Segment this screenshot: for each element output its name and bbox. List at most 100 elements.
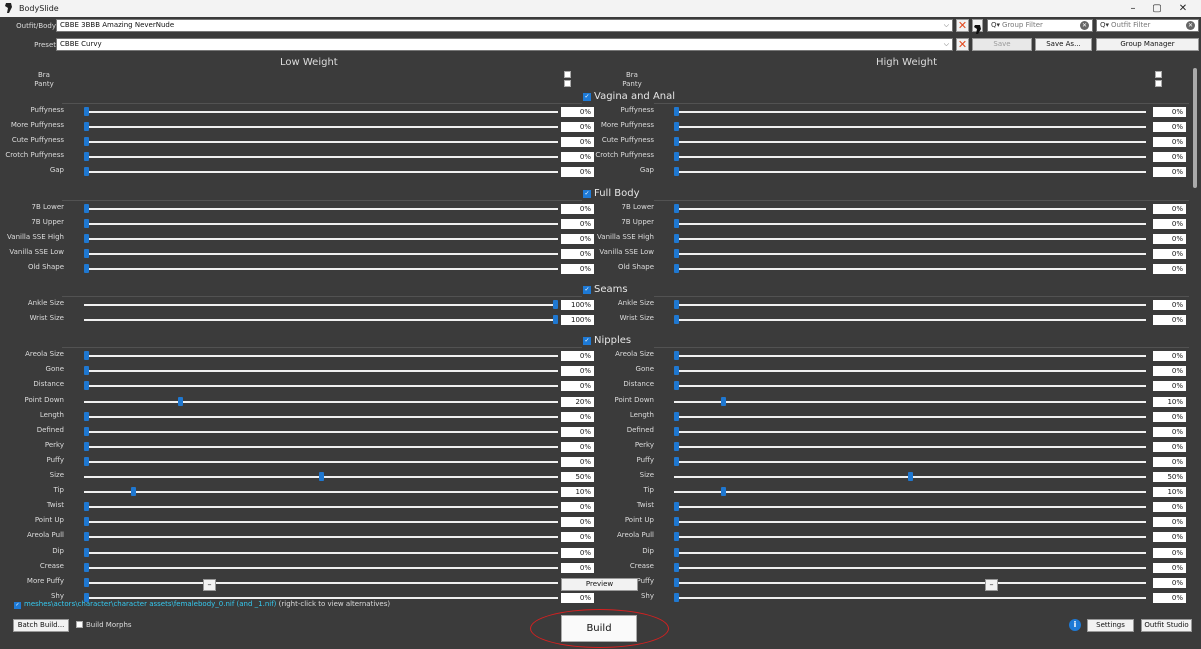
slider-thumb-high[interactable]	[674, 532, 679, 542]
slider-thumb-low[interactable]	[84, 263, 89, 273]
slider-thumb-high[interactable]	[674, 502, 679, 512]
low-minus-button[interactable]: –	[203, 579, 216, 591]
slider-track-low[interactable]	[84, 370, 558, 373]
slider-thumb-high[interactable]	[674, 263, 679, 273]
slider-track-high[interactable]	[674, 252, 1146, 255]
group-filter-input[interactable]: Q▾ Group Filter ✕	[987, 19, 1093, 32]
slider-thumb-high[interactable]	[674, 366, 679, 376]
slider-thumb-high[interactable]	[720, 396, 726, 406]
slider-track-high[interactable]	[674, 370, 1146, 373]
slider-value-high[interactable]: 0%	[1153, 366, 1186, 377]
slider-thumb-high[interactable]	[674, 315, 679, 325]
slider-value-high[interactable]: 0%	[1153, 577, 1186, 588]
slider-track-high[interactable]	[674, 581, 1146, 584]
panty-checkbox-high[interactable]	[1155, 80, 1162, 87]
slider-track-low[interactable]	[84, 415, 558, 418]
slider-value-high[interactable]: 0%	[1153, 502, 1186, 513]
slider-value-high[interactable]: 0%	[1153, 107, 1186, 117]
slider-thumb-high[interactable]	[674, 562, 679, 572]
slider-value-high[interactable]: 0%	[1153, 315, 1186, 326]
slider-thumb-low[interactable]	[318, 472, 324, 481]
slider-track-high[interactable]	[674, 222, 1146, 225]
slider-track-low[interactable]	[84, 506, 558, 509]
slider-track-high[interactable]	[674, 304, 1146, 306]
slider-value-high[interactable]: 50%	[1153, 472, 1186, 482]
slider-thumb-low[interactable]	[553, 300, 558, 309]
slider-thumb-low[interactable]	[84, 203, 89, 213]
save-button[interactable]: Save	[972, 38, 1032, 51]
clear-preset-button[interactable]: ✕	[956, 38, 969, 51]
slider-thumb-high[interactable]	[674, 351, 679, 361]
slider-value-high[interactable]: 0%	[1153, 203, 1186, 214]
slider-value-high[interactable]: 0%	[1153, 547, 1186, 558]
slider-thumb-high[interactable]	[674, 426, 679, 436]
slider-thumb-low[interactable]	[84, 411, 89, 421]
slider-thumb-low[interactable]	[84, 366, 89, 376]
bra-checkbox-low[interactable]	[564, 71, 571, 78]
slider-thumb-high[interactable]	[674, 411, 679, 421]
slider-track-high[interactable]	[674, 126, 1146, 129]
slider-thumb-low[interactable]	[84, 502, 89, 512]
outfit-filter-input[interactable]: Q▾ Outfit Filter ✕	[1096, 19, 1199, 32]
slider-value-high[interactable]: 0%	[1153, 351, 1186, 362]
slider-track-low[interactable]	[84, 566, 558, 569]
batch-build-button[interactable]: Batch Build...	[13, 619, 69, 632]
slider-track-low[interactable]	[84, 252, 558, 255]
outfit-body-select[interactable]: CBBE 3BBB Amazing NeverNude ⌵	[56, 19, 953, 32]
slider-thumb-low[interactable]	[84, 107, 89, 116]
slider-value-high[interactable]: 0%	[1153, 441, 1186, 452]
group-checkbox[interactable]: ✓	[583, 286, 591, 294]
slider-value-high[interactable]: 0%	[1153, 456, 1186, 467]
slider-track-low[interactable]	[84, 445, 558, 448]
slider-scrollbar[interactable]	[1191, 66, 1199, 576]
slider-track-low[interactable]	[84, 237, 558, 240]
group-manager-button[interactable]: Group Manager	[1096, 38, 1199, 51]
slider-track-high[interactable]	[674, 521, 1146, 524]
slider-thumb-high[interactable]	[674, 248, 679, 258]
slider-track-low[interactable]	[84, 551, 558, 554]
slider-track-low[interactable]	[84, 581, 558, 584]
slider-track-low[interactable]	[84, 385, 558, 388]
slider-thumb-high[interactable]	[907, 472, 913, 481]
slider-value-high[interactable]: 10%	[1153, 396, 1186, 407]
slider-value-high[interactable]: 0%	[1153, 137, 1186, 148]
slider-track-high[interactable]	[674, 415, 1146, 418]
panty-checkbox-low[interactable]	[564, 80, 571, 87]
slider-thumb-high[interactable]	[674, 137, 679, 147]
scrollbar-thumb[interactable]	[1193, 68, 1197, 188]
info-icon[interactable]: i	[1069, 619, 1081, 631]
slider-track-high[interactable]	[674, 111, 1146, 113]
slider-value-high[interactable]: 0%	[1153, 592, 1186, 603]
clear-group-filter-icon[interactable]: ✕	[1080, 21, 1089, 30]
slider-thumb-high[interactable]	[674, 592, 679, 602]
slider-thumb-high[interactable]	[674, 456, 679, 466]
slider-value-high[interactable]: 0%	[1153, 233, 1186, 244]
slider-value-high[interactable]: 0%	[1153, 248, 1186, 259]
slider-track-high[interactable]	[674, 319, 1146, 322]
slider-value-high[interactable]: 0%	[1153, 122, 1186, 133]
slider-thumb-low[interactable]	[84, 122, 89, 132]
slider-thumb-high[interactable]	[674, 300, 679, 309]
slider-track-low[interactable]	[84, 596, 558, 599]
slider-track-high[interactable]	[674, 491, 1146, 494]
slider-track-low[interactable]	[84, 355, 558, 358]
slider-track-high[interactable]	[674, 385, 1146, 388]
maximize-button[interactable]: ▢	[1145, 1, 1169, 16]
slider-track-high[interactable]	[674, 400, 1146, 403]
output-path[interactable]: meshes\actors\character\character assets…	[24, 600, 276, 608]
slider-value-high[interactable]: 10%	[1153, 487, 1186, 498]
slider-track-low[interactable]	[84, 400, 558, 403]
clear-outfit-button[interactable]: ✕	[956, 19, 969, 32]
slider-thumb-high[interactable]	[674, 122, 679, 132]
preset-select[interactable]: CBBE Curvy ⌵	[56, 38, 953, 51]
slider-track-high[interactable]	[674, 171, 1146, 174]
slider-track-low[interactable]	[84, 171, 558, 174]
slider-thumb-high[interactable]	[674, 167, 679, 177]
slider-thumb-low[interactable]	[84, 351, 89, 361]
slider-thumb-low[interactable]	[84, 248, 89, 258]
preview-button[interactable]: Preview	[561, 578, 638, 591]
slider-value-high[interactable]: 0%	[1153, 517, 1186, 528]
slider-track-high[interactable]	[674, 237, 1146, 240]
outfit-studio-button[interactable]: Outfit Studio	[1141, 619, 1192, 632]
group-header[interactable]: ✓ Full Body	[583, 188, 640, 199]
